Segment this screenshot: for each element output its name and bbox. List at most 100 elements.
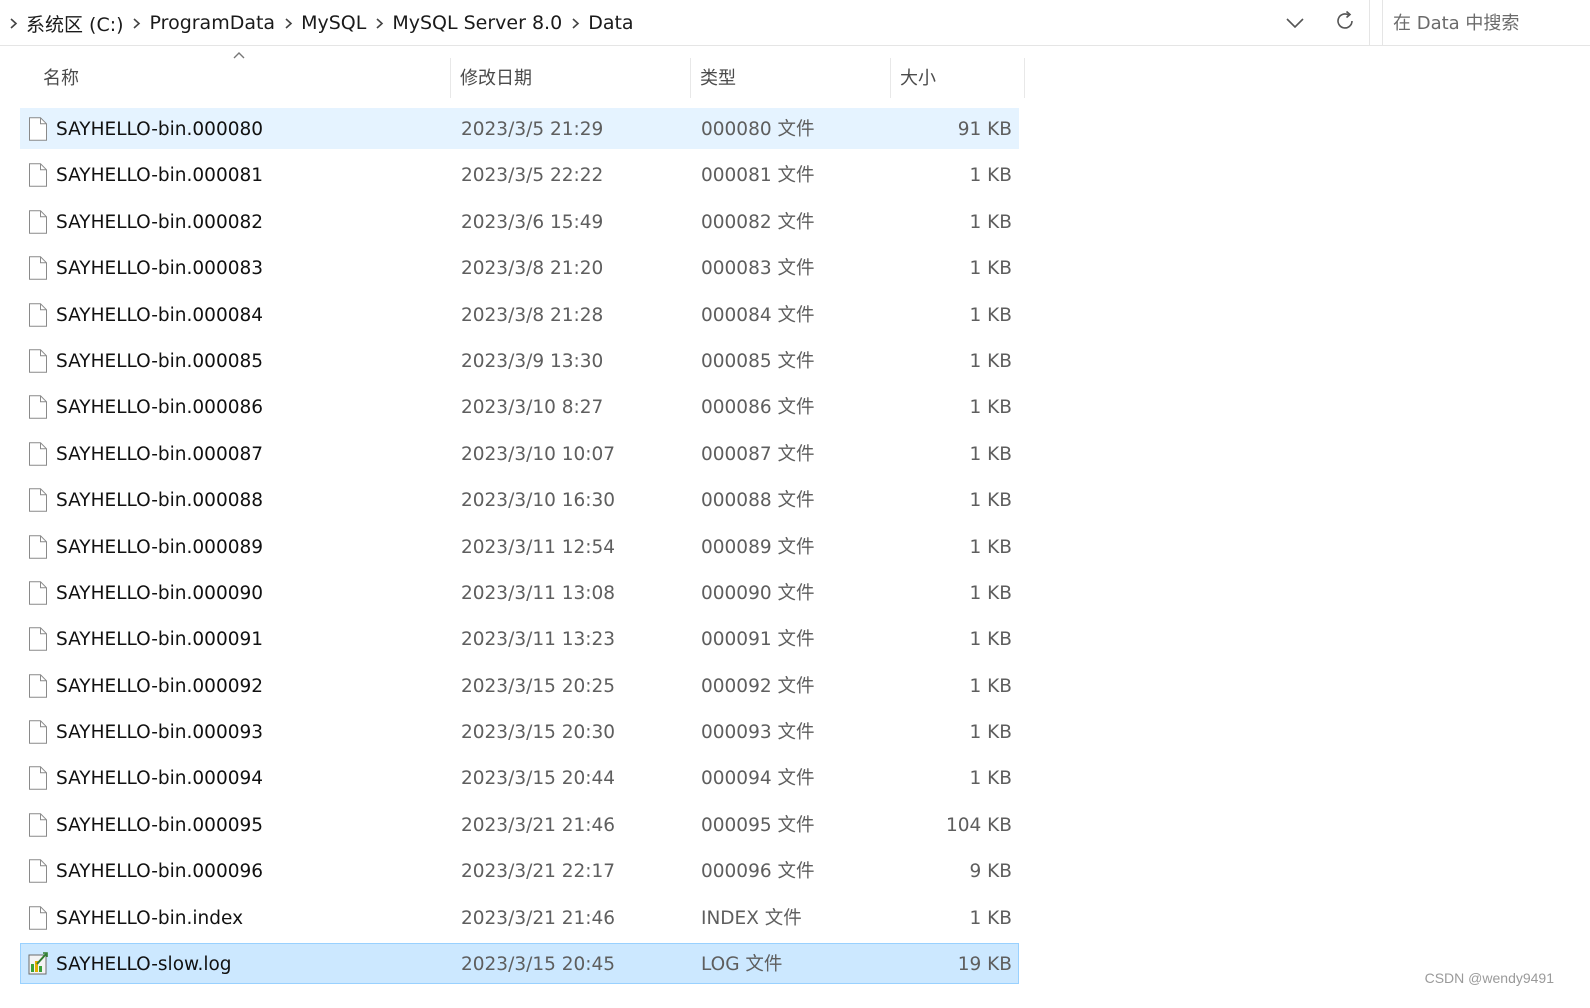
file-modified-date: 2023/3/11 13:08 bbox=[461, 582, 616, 604]
file-size: 1 KB bbox=[969, 304, 1012, 326]
file-modified-date: 2023/3/21 21:46 bbox=[461, 814, 616, 836]
file-size: 1 KB bbox=[969, 768, 1012, 790]
file-name: SAYHELLO-bin.000095 bbox=[56, 814, 264, 836]
file-size: 91 KB bbox=[957, 119, 1012, 140]
file-modified-date: 2023/3/6 15:49 bbox=[461, 211, 604, 233]
log-file-icon bbox=[28, 952, 48, 976]
file-modified-date: 2023/3/21 21:46 bbox=[461, 907, 616, 929]
search-box[interactable] bbox=[1382, 0, 1590, 46]
file-row[interactable]: SAYHELLO-bin.000085 2023/3/9 13:30 000085 … bbox=[20, 340, 1019, 381]
file-size: 1 KB bbox=[969, 907, 1012, 929]
file-type: 000081 文件 bbox=[701, 165, 815, 187]
file-row[interactable]: SAYHELLO-bin.000088 2023/3/10 16:30 000088… bbox=[20, 479, 1019, 520]
file-icon bbox=[28, 813, 48, 837]
chevron-right-icon[interactable] bbox=[2, 17, 24, 29]
chevron-right-icon[interactable] bbox=[564, 17, 586, 29]
file-icon bbox=[28, 349, 48, 373]
watermark: CSDN @wendy9491 bbox=[1424, 970, 1554, 986]
column-header-date[interactable]: 修改日期 bbox=[451, 56, 691, 98]
file-row[interactable]: SAYHELLO-bin.000092 2023/3/15 20:25 000092… bbox=[20, 665, 1019, 706]
file-name: SAYHELLO-bin.index bbox=[56, 907, 244, 929]
file-row[interactable]: SAYHELLO-bin.000087 2023/3/10 10:07 000087… bbox=[20, 433, 1019, 474]
chevron-right-icon[interactable] bbox=[126, 17, 148, 29]
file-modified-date: 2023/3/15 20:30 bbox=[461, 722, 616, 744]
file-type: 000090 文件 bbox=[701, 582, 815, 604]
chevron-right-icon[interactable] bbox=[368, 17, 390, 29]
file-icon bbox=[28, 859, 48, 883]
file-row[interactable]: SAYHELLO-bin.000093 2023/3/15 20:30 000093… bbox=[20, 711, 1019, 752]
file-type: 000084 文件 bbox=[701, 304, 815, 326]
file-type: 000086 文件 bbox=[701, 397, 815, 419]
file-row[interactable]: SAYHELLO-bin.000083 2023/3/8 21:20 000083 … bbox=[20, 247, 1019, 288]
file-row[interactable]: SAYHELLO-bin.000094 2023/3/15 20:44 000094… bbox=[20, 757, 1019, 798]
file-modified-date: 2023/3/5 21:29 bbox=[461, 119, 604, 140]
file-modified-date: 2023/3/15 20:44 bbox=[461, 768, 616, 790]
file-name: SAYHELLO-bin.000091 bbox=[56, 629, 264, 651]
file-row[interactable]: SAYHELLO-bin.000084 2023/3/8 21:28 000084 … bbox=[20, 294, 1019, 335]
column-header-name[interactable]: 名称 bbox=[20, 52, 451, 98]
file-size: 9 KB bbox=[969, 861, 1012, 883]
file-row[interactable]: SAYHELLO-bin.000089 2023/3/11 12:54 000089… bbox=[20, 526, 1019, 567]
file-icon bbox=[28, 488, 48, 512]
chevron-right-icon[interactable] bbox=[277, 17, 299, 29]
file-icon bbox=[28, 210, 48, 234]
search-input[interactable] bbox=[1383, 11, 1583, 35]
file-icon bbox=[28, 627, 48, 651]
column-divider[interactable] bbox=[1024, 58, 1025, 98]
file-name: SAYHELLO-bin.000087 bbox=[56, 443, 264, 465]
file-name: SAYHELLO-bin.000093 bbox=[56, 722, 264, 744]
file-size: 1 KB bbox=[969, 675, 1012, 697]
file-size: 1 KB bbox=[969, 397, 1012, 419]
file-row[interactable]: SAYHELLO-bin.000091 2023/3/11 13:23 000091… bbox=[20, 618, 1019, 659]
file-row[interactable]: SAYHELLO-bin.000081 2023/3/5 22:22 000081 … bbox=[20, 154, 1019, 195]
chevron-down-icon[interactable] bbox=[1280, 8, 1310, 38]
file-type: INDEX 文件 bbox=[701, 907, 802, 929]
file-icon bbox=[28, 766, 48, 791]
file-size: 1 KB bbox=[969, 536, 1012, 558]
column-header-size[interactable]: 大小 bbox=[891, 56, 1025, 98]
file-icon bbox=[28, 442, 48, 466]
breadcrumb: 系统区 (C:) ProgramData MySQL MySQL Server … bbox=[0, 0, 636, 46]
breadcrumb-item-mysql-server[interactable]: MySQL Server 8.0 bbox=[390, 12, 564, 34]
refresh-icon[interactable] bbox=[1330, 6, 1360, 36]
file-row[interactable]: SAYHELLO-bin.000090 2023/3/11 13:08 000090… bbox=[20, 572, 1019, 613]
file-name: SAYHELLO-bin.000094 bbox=[56, 768, 264, 790]
file-icon bbox=[28, 673, 48, 698]
file-row[interactable]: SAYHELLO-bin.000086 2023/3/10 8:27 000086 … bbox=[20, 386, 1019, 427]
file-size: 1 KB bbox=[969, 211, 1012, 233]
file-modified-date: 2023/3/5 22:22 bbox=[461, 165, 604, 187]
address-bar[interactable]: 系统区 (C:) ProgramData MySQL MySQL Server … bbox=[0, 0, 1370, 46]
file-type: 000085 文件 bbox=[701, 350, 815, 372]
file-modified-date: 2023/3/11 13:23 bbox=[461, 629, 616, 651]
file-row[interactable]: SAYHELLO-bin.000096 2023/3/21 22:17 000096… bbox=[20, 850, 1019, 891]
file-icon bbox=[28, 534, 48, 559]
file-row[interactable]: SAYHELLO-bin.index 2023/3/21 21:46 INDEX 文… bbox=[20, 897, 1019, 938]
file-type: 000089 文件 bbox=[701, 536, 815, 558]
column-header-type[interactable]: 类型 bbox=[691, 56, 891, 98]
file-row[interactable]: SAYHELLO-bin.000082 2023/3/6 15:49 000082 … bbox=[20, 201, 1019, 242]
file-icon bbox=[28, 302, 48, 327]
file-modified-date: 2023/3/15 20:25 bbox=[461, 675, 616, 697]
file-type: 000091 文件 bbox=[701, 629, 815, 651]
file-name: SAYHELLO-bin.000090 bbox=[56, 582, 264, 604]
file-modified-date: 2023/3/9 13:30 bbox=[461, 350, 604, 372]
breadcrumb-item-programdata[interactable]: ProgramData bbox=[148, 12, 278, 34]
toolbar: 系统区 (C:) ProgramData MySQL MySQL Server … bbox=[0, 0, 1590, 46]
file-size: 1 KB bbox=[969, 350, 1012, 372]
file-type: 000093 文件 bbox=[701, 722, 815, 744]
breadcrumb-item-data[interactable]: Data bbox=[586, 12, 635, 34]
file-row[interactable]: SAYHELLO-slow.log 2023/3/15 20:45 LOG 文件 19… bbox=[20, 943, 1019, 985]
file-modified-date: 2023/3/8 21:20 bbox=[461, 258, 604, 280]
file-name: SAYHELLO-slow.log bbox=[56, 954, 232, 976]
file-row[interactable]: SAYHELLO-bin.000095 2023/3/21 21:46 000095… bbox=[20, 804, 1019, 845]
file-modified-date: 2023/3/8 21:28 bbox=[461, 304, 604, 326]
file-row[interactable]: SAYHELLO-bin.000080 2023/3/5 21:29 000080 … bbox=[20, 108, 1019, 149]
breadcrumb-item-drive[interactable]: 系统区 (C:) bbox=[24, 10, 126, 37]
file-type: 000088 文件 bbox=[701, 490, 815, 512]
file-name: SAYHELLO-bin.000096 bbox=[56, 861, 264, 883]
breadcrumb-item-mysql[interactable]: MySQL bbox=[299, 12, 368, 34]
file-name: SAYHELLO-bin.000092 bbox=[56, 675, 264, 697]
file-modified-date: 2023/3/21 22:17 bbox=[461, 861, 616, 883]
file-type: 000087 文件 bbox=[701, 443, 815, 465]
column-label-type: 类型 bbox=[700, 68, 736, 89]
